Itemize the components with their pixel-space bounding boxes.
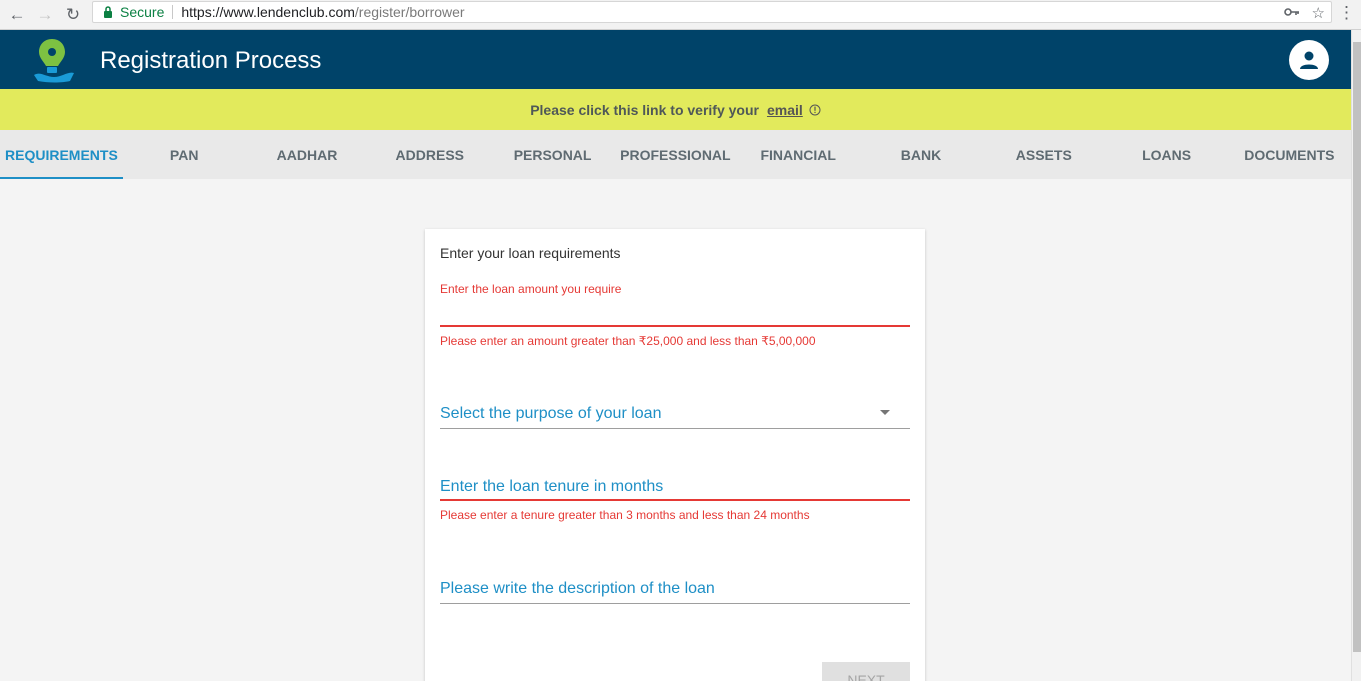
- loan-amount-error: Please enter an amount greater than ₹25,…: [440, 334, 816, 348]
- tab-loans[interactable]: LOANS: [1105, 130, 1228, 179]
- loan-description-placeholder: Please write the description of the loan: [440, 580, 715, 597]
- loan-purpose-placeholder: Select the purpose of your loan: [440, 405, 662, 422]
- tab-address[interactable]: ADDRESS: [368, 130, 491, 179]
- logo-icon[interactable]: [30, 35, 78, 85]
- tab-pan[interactable]: PAN: [123, 130, 246, 179]
- form-title: Enter your loan requirements: [440, 245, 621, 261]
- avatar[interactable]: [1289, 40, 1329, 80]
- chevron-down-icon: [880, 410, 890, 415]
- page-title: Registration Process: [100, 47, 322, 74]
- banner-text: Please click this link to verify your: [530, 101, 759, 118]
- next-button[interactable]: NEXT: [822, 662, 910, 681]
- verify-email-banner: Please click this link to verify your em…: [0, 89, 1351, 130]
- omnibox-divider: [172, 5, 174, 19]
- browser-toolbar: ← → ↻ Secure https://www.lendenclub.com /…: [0, 0, 1361, 30]
- scrollbar-thumb[interactable]: [1353, 42, 1361, 652]
- loan-amount-label: Enter the loan amount you require: [440, 282, 622, 296]
- forward-icon[interactable]: →: [33, 3, 57, 27]
- key-icon[interactable]: [1283, 4, 1300, 22]
- tab-assets[interactable]: ASSETS: [982, 130, 1105, 179]
- tab-professional[interactable]: PROFESSIONAL: [614, 130, 737, 179]
- registration-tabs: REQUIREMENTS PAN AADHAR ADDRESS PERSONAL…: [0, 130, 1351, 179]
- loan-tenure-field[interactable]: Enter the loan tenure in months Please e…: [440, 475, 910, 525]
- url-path: /register/borrower: [354, 4, 465, 20]
- tab-financial[interactable]: FINANCIAL: [737, 130, 860, 179]
- tab-requirements[interactable]: REQUIREMENTS: [0, 130, 123, 179]
- loan-tenure-error: Please enter a tenure greater than 3 mon…: [440, 508, 810, 522]
- secure-label: Secure: [120, 4, 165, 20]
- reload-icon[interactable]: ↻: [61, 3, 85, 27]
- loan-amount-field[interactable]: Enter the loan amount you require Please…: [440, 282, 910, 352]
- app-header: Registration Process: [0, 30, 1351, 89]
- tab-aadhar[interactable]: AADHAR: [246, 130, 369, 179]
- user-icon: [1300, 51, 1318, 69]
- loan-requirements-card: Enter your loan requirements Enter the l…: [425, 229, 925, 681]
- star-icon[interactable]: ☆: [1312, 4, 1325, 22]
- loan-description-field[interactable]: Please write the description of the loan: [440, 577, 910, 605]
- page-scrollbar[interactable]: [1351, 30, 1361, 681]
- loan-description-underline: [440, 603, 910, 604]
- tab-personal[interactable]: PERSONAL: [491, 130, 614, 179]
- loan-tenure-underline: [440, 499, 910, 501]
- loan-tenure-placeholder: Enter the loan tenure in months: [440, 478, 664, 495]
- verify-email-link[interactable]: email: [767, 102, 803, 118]
- loan-amount-underline: [440, 325, 910, 327]
- back-icon[interactable]: ←: [5, 3, 29, 27]
- menu-icon[interactable]: ⋮: [1338, 3, 1355, 23]
- lock-icon: [101, 5, 115, 19]
- info-icon[interactable]: [809, 104, 821, 116]
- tab-bank[interactable]: BANK: [860, 130, 983, 179]
- loan-purpose-select[interactable]: Select the purpose of your loan: [440, 399, 910, 431]
- url-host: https://www.lendenclub.com: [181, 4, 355, 20]
- address-bar[interactable]: Secure https://www.lendenclub.com/regist…: [92, 1, 1332, 23]
- tab-documents[interactable]: DOCUMENTS: [1228, 130, 1351, 179]
- loan-purpose-underline: [440, 428, 910, 429]
